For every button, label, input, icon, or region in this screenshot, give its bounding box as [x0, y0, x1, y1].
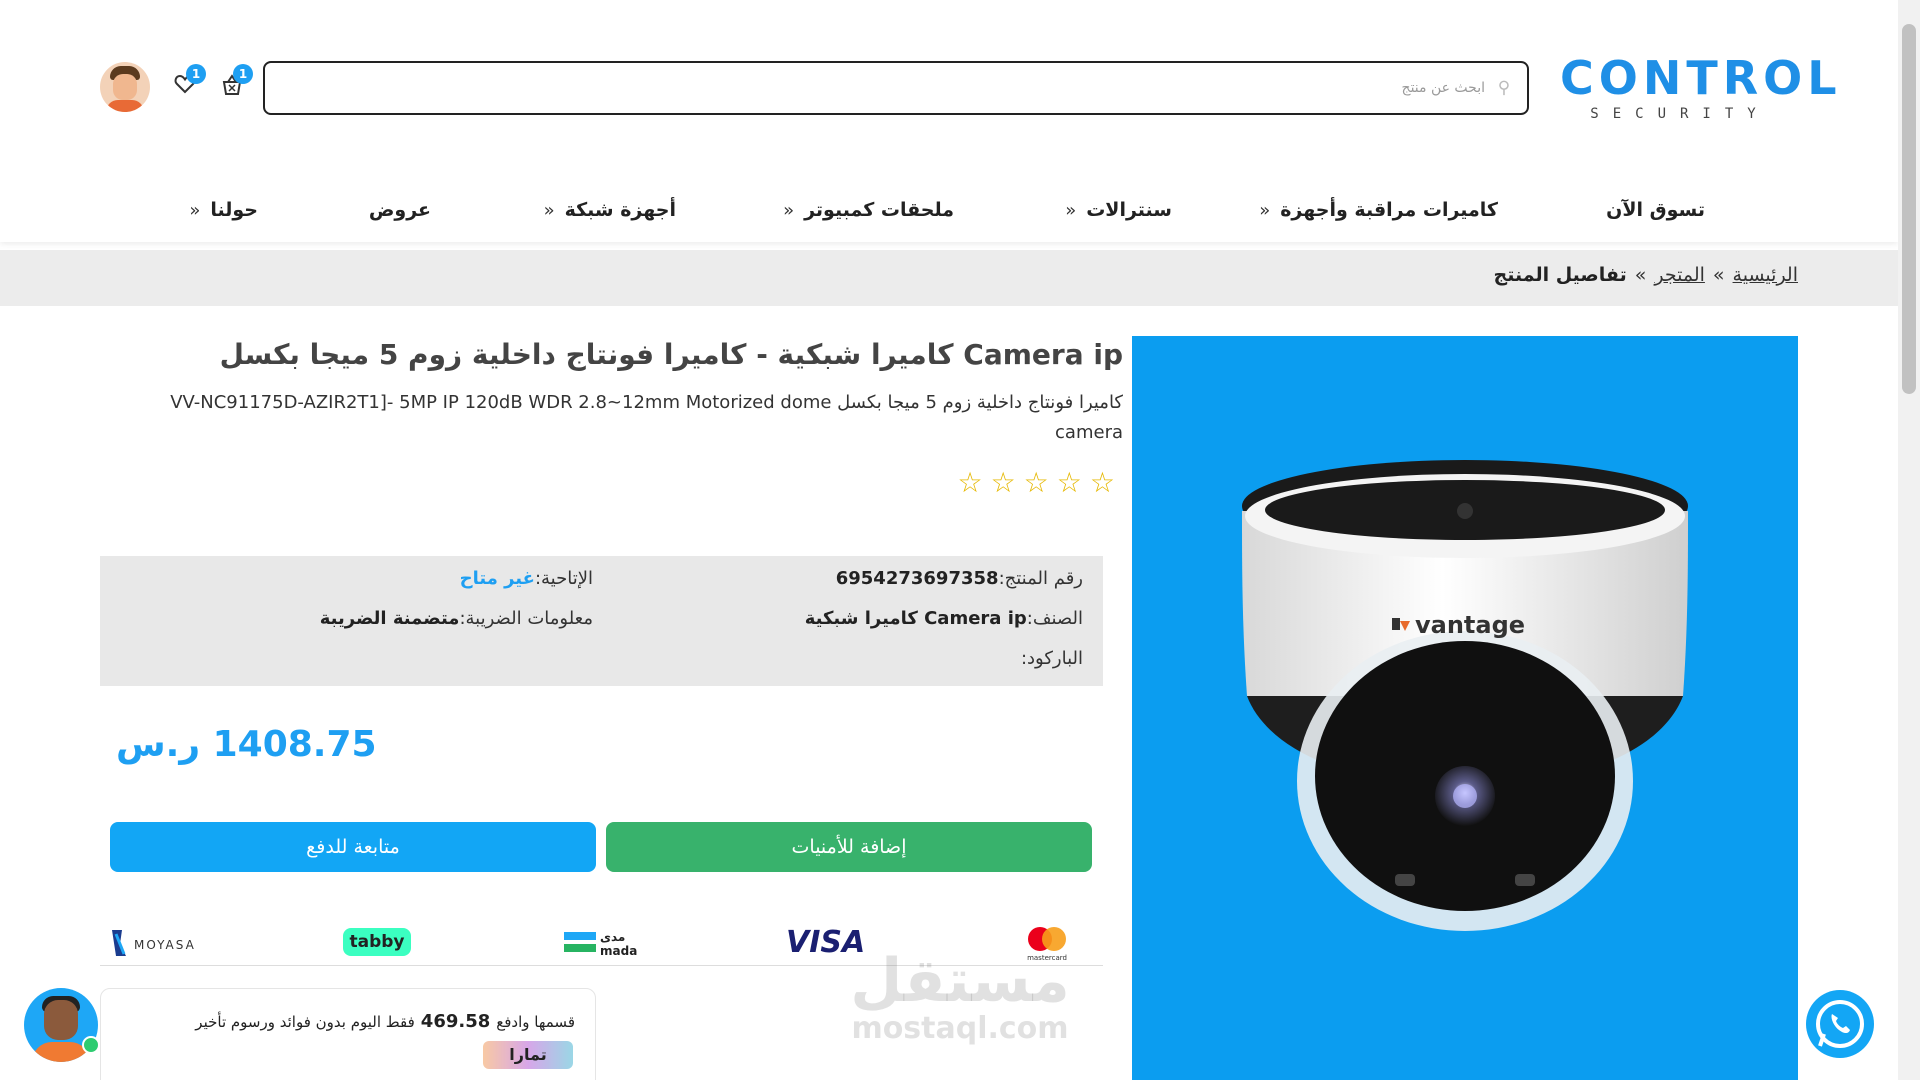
tax-value: متضمنة الضريبة: [319, 608, 460, 629]
nav-item-offers[interactable]: عروض: [369, 190, 431, 230]
category-info: الصنف:Camera ip كاميرا شبكية: [804, 608, 1083, 629]
product-title: Camera ip كاميرا شبكية - كاميرا فونتاج د…: [219, 338, 1123, 371]
whatsapp-button[interactable]: [1806, 990, 1874, 1058]
logo-main-text: CONTROL: [1560, 51, 1842, 105]
nav-item-computer-accessories[interactable]: ملحقات كمبيوتر«: [783, 190, 954, 230]
chevron-double-left-icon: «: [543, 200, 555, 221]
nav-item-network-devices[interactable]: أجهزة شبكة«: [544, 190, 676, 230]
product-description: كاميرا فونتاج داخلية زوم 5 ميجا بكسل VV-…: [170, 392, 1123, 443]
breadcrumb-home-link[interactable]: الرئيسية: [1733, 264, 1798, 286]
star-icon[interactable]: ☆: [1057, 466, 1090, 499]
product-info-box: رقم المنتج:6954273697358 الصنف:Camera ip…: [100, 556, 1103, 686]
site-logo[interactable]: CONTROL SECURITY: [1560, 51, 1842, 122]
checkout-button[interactable]: متابعة للدفع: [110, 822, 596, 872]
dome-camera-image: vantage: [1242, 460, 1688, 931]
breadcrumb-store-link[interactable]: المتجر: [1654, 264, 1705, 286]
chevron-double-left-icon: «: [1259, 200, 1271, 221]
search-box: ⚲: [263, 61, 1529, 115]
star-icon[interactable]: ☆: [1090, 466, 1123, 499]
chevron-double-left-icon: «: [189, 200, 201, 221]
mada-logo: مدى mada: [564, 924, 638, 962]
tamara-amount: 469.58: [420, 1011, 491, 1032]
chevron-double-left-icon: «: [1065, 200, 1077, 221]
main-nav: تسوق الآن كاميرات مراقبة وأجهزة« سنترالا…: [0, 190, 1898, 230]
whatsapp-icon: [1806, 1000, 1874, 1062]
product-price: 1408.75 ر.س: [116, 724, 377, 765]
breadcrumb-separator: »: [1712, 264, 1725, 286]
wishlist-count-badge: 1: [186, 64, 206, 84]
search-input[interactable]: [325, 73, 1485, 103]
user-avatar[interactable]: [100, 62, 150, 112]
availability-info: الإتاحية:غير متاح: [459, 568, 593, 589]
nav-item-pbx[interactable]: سنترالات«: [1065, 190, 1172, 230]
barcode-info: الباركود:: [1020, 648, 1083, 669]
breadcrumb-bar: الرئيسية » المتجر » تفاصيل المنتج: [0, 250, 1898, 306]
star-icon[interactable]: ☆: [991, 466, 1024, 499]
svg-text:mada: mada: [600, 944, 637, 958]
page-scrollbar[interactable]: [1898, 0, 1920, 1080]
nav-item-shop-now[interactable]: تسوق الآن: [1606, 190, 1705, 230]
breadcrumb-separator: »: [1634, 264, 1647, 286]
cart-button[interactable]: 1: [217, 64, 253, 102]
breadcrumb: الرئيسية » المتجر » تفاصيل المنتج: [1494, 264, 1798, 286]
star-icon[interactable]: ☆: [957, 466, 990, 499]
availability-value: غير متاح: [459, 568, 535, 589]
sku-info: رقم المنتج:6954273697358: [835, 568, 1083, 589]
tabby-logo: tabby: [343, 928, 411, 956]
watermark: مستقل mostaql.com: [850, 946, 1070, 1046]
category-value: Camera ip كاميرا شبكية: [804, 608, 1027, 629]
tamara-installment-box[interactable]: قسمها وادفع469.58فقط اليوم بدون فوائد ور…: [100, 988, 596, 1080]
rating-stars[interactable]: ☆☆☆☆☆: [957, 466, 1123, 499]
svg-text:MOYASA: MOYASA: [134, 938, 196, 952]
product-image[interactable]: vantage: [1132, 336, 1798, 1080]
breadcrumb-current: تفاصيل المنتج: [1493, 264, 1627, 286]
tax-info: معلومات الضريبة:متضمنة الضريبة: [319, 608, 593, 629]
nav-item-about[interactable]: حولنا«: [189, 190, 258, 230]
search-icon[interactable]: ⚲: [1493, 77, 1515, 99]
sku-value: 6954273697358: [835, 568, 999, 589]
tamara-text: قسمها وادفع469.58فقط اليوم بدون فوائد ور…: [195, 1011, 575, 1032]
chevron-double-left-icon: «: [783, 200, 795, 221]
site-header: CONTROL SECURITY ⚲ 1 1 تسوق الآن كاميرات…: [0, 0, 1898, 242]
online-status-dot: [82, 1036, 100, 1054]
add-to-wishlist-button[interactable]: إضافة للأمنيات: [606, 822, 1092, 872]
cart-count-badge: 1: [233, 64, 253, 84]
tamara-logo: تمارا: [483, 1041, 573, 1069]
image-brand-text: vantage: [1415, 611, 1525, 639]
star-icon[interactable]: ☆: [1024, 466, 1057, 499]
wishlist-button[interactable]: 1: [170, 64, 206, 102]
moyasar-logo: MOYASA: [110, 924, 220, 962]
logo-sub-text: SECURITY: [1590, 106, 1770, 122]
nav-item-cameras[interactable]: كاميرات مراقبة وأجهزة«: [1259, 190, 1498, 230]
svg-text:مدى: مدى: [600, 930, 625, 944]
scrollbar-thumb[interactable]: [1902, 24, 1916, 394]
